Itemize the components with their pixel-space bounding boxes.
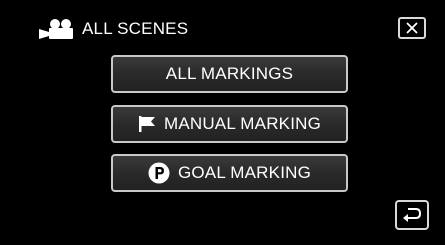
header: ALL SCENES xyxy=(36,17,188,41)
page-title: ALL SCENES xyxy=(82,19,189,38)
return-arrow-icon xyxy=(401,205,423,225)
p-circle-icon xyxy=(148,162,170,184)
goal-marking-label: GOAL MARKING xyxy=(177,163,312,182)
all-markings-button[interactable]: ALL MARKINGS xyxy=(111,55,348,93)
video-camera-icon xyxy=(36,18,74,40)
goal-marking-button[interactable]: GOAL MARKING xyxy=(111,154,348,192)
manual-marking-button[interactable]: MANUAL MARKING xyxy=(111,105,348,143)
menu-screen: ALL SCENES ALL MARKINGS MANUAL MARKING G… xyxy=(0,0,445,245)
all-markings-label: ALL MARKINGS xyxy=(165,64,294,83)
back-button[interactable] xyxy=(395,200,429,230)
close-button[interactable] xyxy=(398,17,426,39)
manual-marking-label: MANUAL MARKING xyxy=(163,114,322,133)
close-icon xyxy=(405,21,419,35)
flag-icon xyxy=(138,115,156,133)
